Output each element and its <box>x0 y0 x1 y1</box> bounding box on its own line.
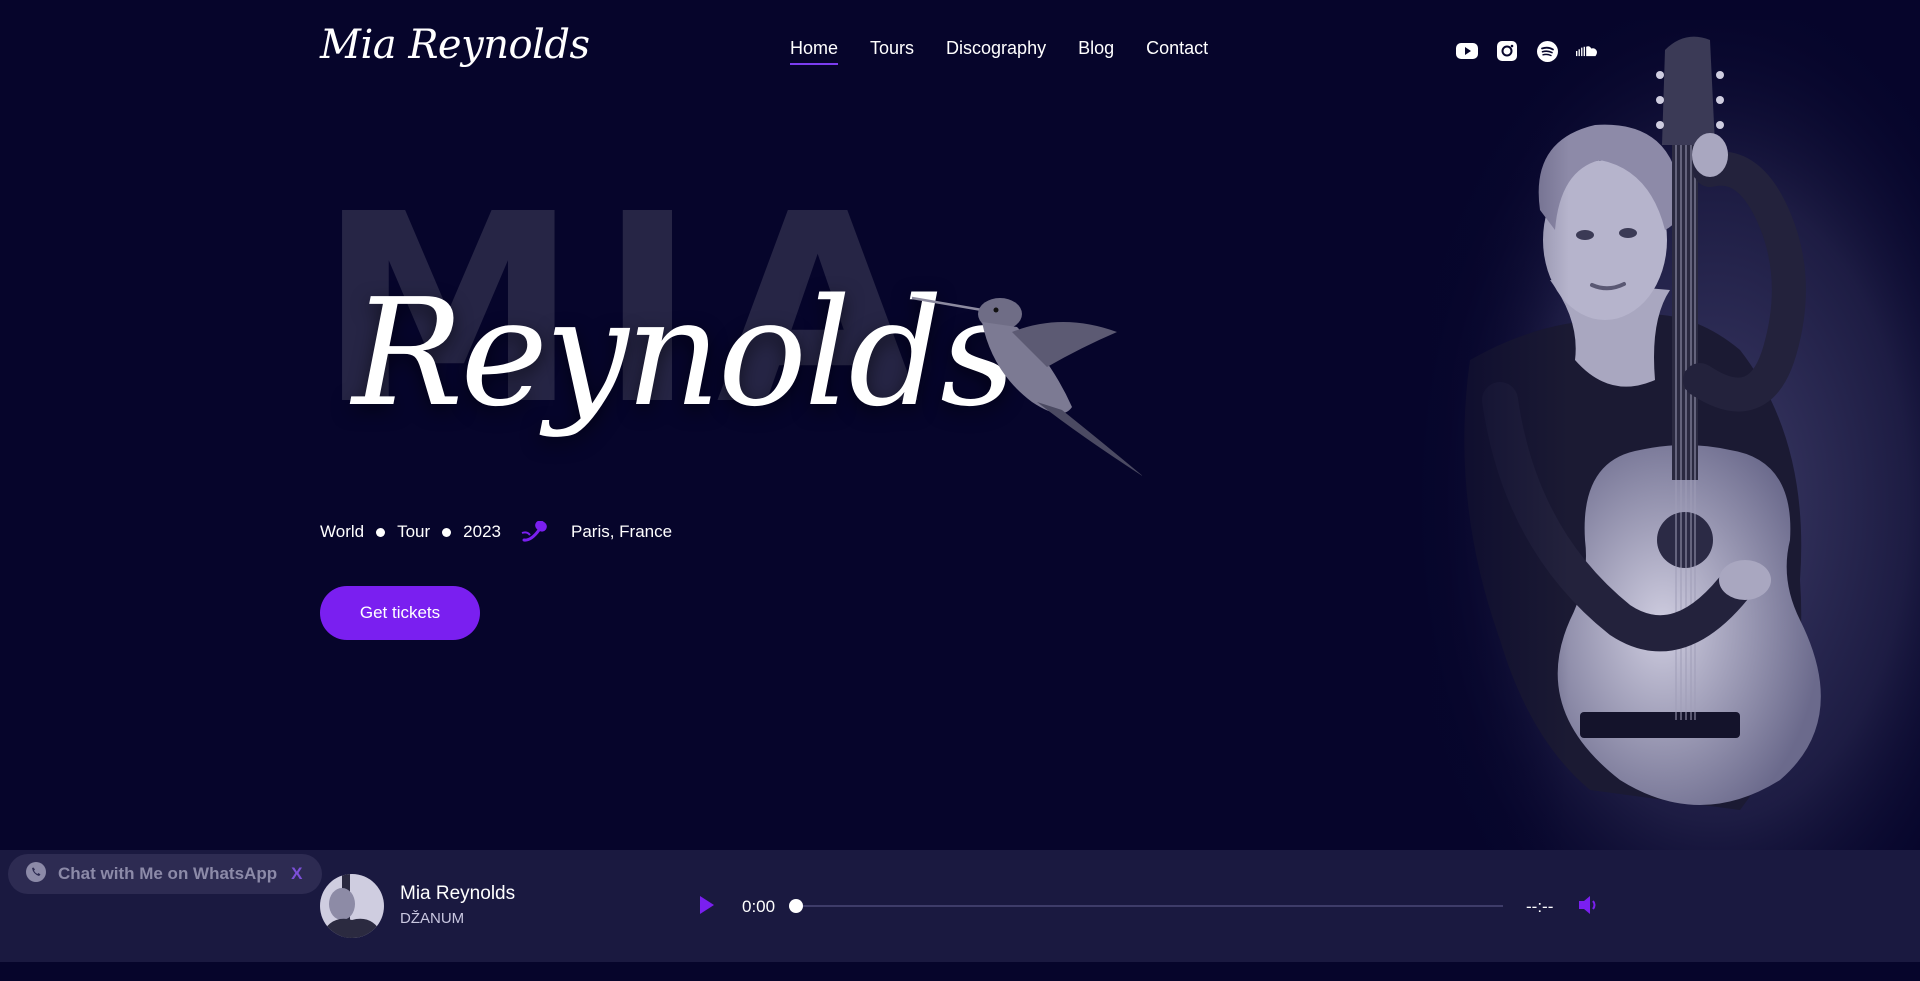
page: Mia Reynolds Home Tours Discography Blog… <box>0 0 1920 981</box>
meta-location: Paris, France <box>571 522 673 541</box>
player-track-title: DŽANUM <box>400 910 465 927</box>
bullet-dot <box>376 527 386 537</box>
artist-portrait-image <box>1380 20 1920 900</box>
spotify-icon[interactable] <box>1536 40 1558 62</box>
soundcloud-icon[interactable] <box>1576 40 1598 62</box>
tour-meta: World Tour 2023 Paris, France <box>320 521 672 543</box>
nav-contact[interactable]: Contact <box>1146 38 1208 63</box>
youtube-icon[interactable] <box>1456 40 1478 62</box>
album-art-image <box>320 874 384 938</box>
close-icon[interactable]: X <box>291 864 302 884</box>
meta-word-tour: Tour <box>397 522 431 541</box>
instagram-icon[interactable] <box>1496 40 1518 62</box>
get-tickets-button[interactable]: Get tickets <box>320 586 480 640</box>
player-artist: Mia Reynolds <box>400 883 516 904</box>
current-time: 0:00 <box>742 897 776 916</box>
hummingbird-image <box>912 296 1142 476</box>
whatsapp-icon <box>26 861 46 887</box>
meta-year: 2023 <box>463 522 501 541</box>
whatsapp-label: Chat with Me on WhatsApp <box>58 864 278 883</box>
microphone-icon <box>521 521 551 543</box>
main-nav: Home Tours Discography Blog Contact <box>790 38 1208 65</box>
bullet-dot <box>442 527 452 537</box>
play-icon[interactable] <box>698 894 716 921</box>
site-logo[interactable]: Mia Reynolds <box>320 22 590 68</box>
social-links <box>1456 40 1598 62</box>
seek-thumb[interactable] <box>789 899 803 913</box>
meta-word-world: World <box>320 522 365 541</box>
nav-home[interactable]: Home <box>790 38 839 65</box>
whatsapp-chat-button[interactable]: Chat with Me on WhatsApp X <box>8 854 322 894</box>
track-duration: --:-- <box>1526 897 1554 916</box>
seek-bar[interactable] <box>789 899 1503 913</box>
nav-blog[interactable]: Blog <box>1078 38 1114 63</box>
nav-discography[interactable]: Discography <box>946 38 1046 63</box>
volume-icon[interactable] <box>1578 894 1598 921</box>
nav-tours[interactable]: Tours <box>870 38 914 63</box>
